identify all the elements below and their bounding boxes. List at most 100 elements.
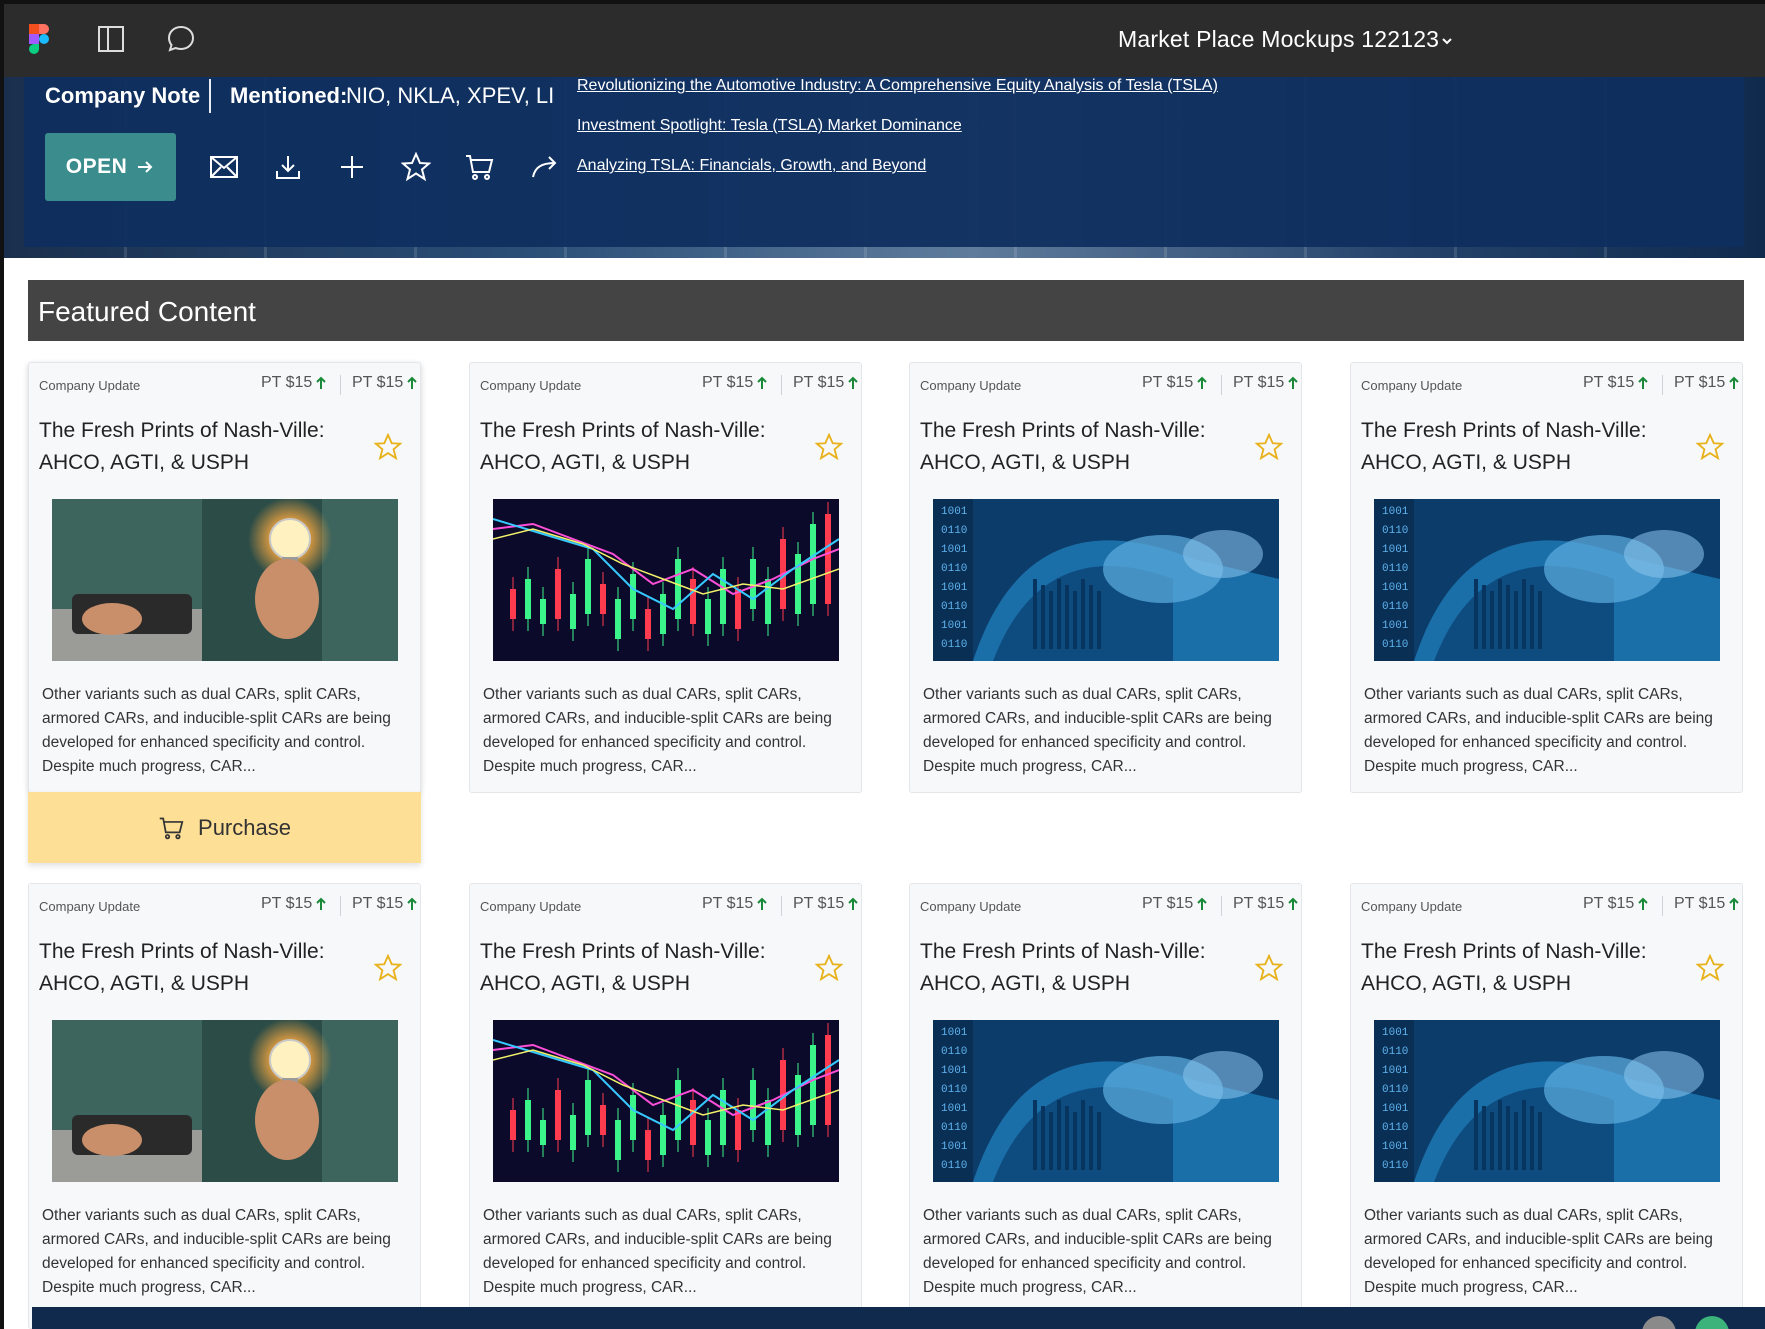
card-category-label: Company Update bbox=[920, 899, 1022, 914]
card-title[interactable]: The Fresh Prints of Nash-Ville: AHCO, AG… bbox=[920, 936, 1230, 1000]
figma-toolbar: Market Place Mockups 122123 bbox=[0, 0, 1765, 77]
purchase-button[interactable]: Purchase bbox=[28, 792, 421, 863]
card-category-label: Company Update bbox=[480, 378, 582, 393]
card-description: Other variants such as dual CARs, split … bbox=[923, 686, 1272, 775]
email-icon[interactable] bbox=[207, 150, 241, 184]
hero-panel: Company Note Mentioned: NIO, NKLA, XPEV,… bbox=[24, 77, 1744, 247]
price-target-badge: PT $15 bbox=[1142, 895, 1208, 913]
arrow-up-icon bbox=[848, 376, 859, 389]
comment-icon[interactable] bbox=[164, 22, 198, 56]
favorite-star-icon[interactable] bbox=[1254, 953, 1284, 982]
content-card[interactable]: Company Update PT $15 PT $15 The Fresh Prin… bbox=[469, 362, 862, 793]
svg-text:0110: 0110 bbox=[1382, 601, 1408, 613]
favorite-star-icon[interactable] bbox=[373, 953, 403, 982]
svg-text:1001: 1001 bbox=[1382, 1027, 1409, 1039]
card-thumbnail-image[interactable]: 1001 0110 1001 0110 1001 0110 1001 0110 bbox=[1374, 499, 1720, 661]
hero-divider bbox=[209, 79, 211, 113]
price-target-divider bbox=[781, 375, 782, 395]
content-card[interactable]: Company Update PT $15 PT $15 The Fresh Prin… bbox=[469, 883, 862, 1329]
card-thumbnail-image[interactable]: 1001 0110 1001 0110 1001 0110 1001 0110 bbox=[933, 499, 1279, 661]
favorite-star-icon[interactable] bbox=[373, 432, 403, 461]
avatar[interactable] bbox=[1642, 1316, 1676, 1329]
file-title[interactable]: Market Place Mockups 122123 bbox=[1118, 26, 1439, 53]
svg-text:0110: 0110 bbox=[941, 639, 967, 651]
favorite-star-icon[interactable] bbox=[814, 432, 844, 461]
card-title[interactable]: The Fresh Prints of Nash-Ville: AHCO, AG… bbox=[480, 415, 790, 479]
svg-text:0110: 0110 bbox=[1382, 1084, 1408, 1096]
add-icon[interactable] bbox=[335, 150, 369, 184]
avatar[interactable] bbox=[1695, 1316, 1729, 1329]
card-title[interactable]: The Fresh Prints of Nash-Ville: AHCO, AG… bbox=[480, 936, 790, 1000]
price-target-text: PT $15 bbox=[261, 895, 313, 912]
svg-text:0110: 0110 bbox=[941, 563, 967, 575]
favorite-star-icon[interactable] bbox=[1254, 432, 1284, 461]
figma-logo-icon[interactable] bbox=[22, 22, 56, 56]
arrow-right-icon bbox=[138, 161, 153, 173]
cart-icon[interactable] bbox=[462, 150, 496, 184]
price-target-text: PT $15 bbox=[702, 895, 754, 912]
price-target-badge: PT $15 bbox=[1583, 374, 1649, 392]
price-target-text: PT $15 bbox=[1583, 374, 1635, 391]
price-target-text: PT $15 bbox=[1142, 374, 1194, 391]
card-category-label: Company Update bbox=[1361, 378, 1463, 393]
mentioned-label: Mentioned: bbox=[230, 83, 348, 108]
card-thumbnail-image[interactable]: 1001 0110 1001 0110 1001 0110 1001 0110 bbox=[933, 1020, 1279, 1182]
price-target-badge: PT $15 bbox=[261, 895, 327, 913]
card-title[interactable]: The Fresh Prints of Nash-Ville: AHCO, AG… bbox=[39, 936, 349, 1000]
star-icon[interactable] bbox=[399, 150, 433, 184]
svg-text:1001: 1001 bbox=[1382, 544, 1409, 556]
arrow-up-icon bbox=[1288, 376, 1299, 389]
card-thumbnail-image[interactable] bbox=[52, 499, 398, 661]
price-target-text: PT $15 bbox=[1142, 895, 1194, 912]
price-target-text: PT $15 bbox=[1233, 895, 1285, 912]
price-target-badge: PT $15 bbox=[261, 374, 327, 392]
price-target-text: PT $15 bbox=[1233, 374, 1285, 391]
svg-text:0110: 0110 bbox=[1382, 1122, 1408, 1134]
content-card[interactable]: Company Update PT $15 PT $15 The Fresh Prin… bbox=[1350, 362, 1743, 793]
card-thumbnail-image[interactable] bbox=[493, 499, 839, 661]
chevron-down-icon[interactable] bbox=[1436, 30, 1458, 52]
price-target-text: PT $15 bbox=[1583, 895, 1635, 912]
card-thumbnail-image[interactable] bbox=[52, 1020, 398, 1182]
price-target-divider bbox=[1221, 896, 1222, 916]
arrow-up-icon bbox=[407, 376, 418, 389]
price-target-badge: PT $15 bbox=[793, 895, 859, 913]
content-card[interactable]: Company Update PT $15 PT $15 The Fresh Prin… bbox=[28, 362, 421, 793]
card-title[interactable]: The Fresh Prints of Nash-Ville: AHCO, AG… bbox=[1361, 415, 1671, 479]
card-title[interactable]: The Fresh Prints of Nash-Ville: AHCO, AG… bbox=[1361, 936, 1671, 1000]
svg-text:1001: 1001 bbox=[941, 506, 968, 518]
related-link-2[interactable]: Investment Spotlight: Tesla (TSLA) Marke… bbox=[577, 117, 962, 135]
content-card[interactable]: Company Update PT $15 PT $15 The Fresh Prin… bbox=[909, 883, 1302, 1329]
card-title[interactable]: The Fresh Prints of Nash-Ville: AHCO, AG… bbox=[39, 415, 349, 479]
arrow-up-icon bbox=[1197, 376, 1208, 389]
arrow-up-icon bbox=[1729, 897, 1740, 910]
price-target-text: PT $15 bbox=[261, 374, 313, 391]
price-target-divider bbox=[1662, 896, 1663, 916]
svg-text:1001: 1001 bbox=[941, 1103, 968, 1115]
card-thumbnail-image[interactable]: 1001 0110 1001 0110 1001 0110 1001 0110 bbox=[1374, 1020, 1720, 1182]
content-card[interactable]: Company Update PT $15 PT $15 The Fresh Prin… bbox=[1350, 883, 1743, 1329]
svg-text:1001: 1001 bbox=[1382, 1141, 1409, 1153]
svg-text:1001: 1001 bbox=[941, 1027, 968, 1039]
favorite-star-icon[interactable] bbox=[1695, 432, 1725, 461]
content-card[interactable]: Company Update PT $15 PT $15 The Fresh Prin… bbox=[909, 362, 1302, 793]
content-card[interactable]: Company Update PT $15 PT $15 The Fresh Prin… bbox=[28, 883, 421, 1329]
share-icon[interactable] bbox=[528, 150, 562, 184]
price-target-divider bbox=[1662, 375, 1663, 395]
price-target-badge: PT $15 bbox=[1233, 374, 1299, 392]
favorite-star-icon[interactable] bbox=[814, 953, 844, 982]
price-target-badge: PT $15 bbox=[352, 895, 418, 913]
download-icon[interactable] bbox=[271, 150, 305, 184]
svg-text:1001: 1001 bbox=[1382, 620, 1409, 632]
sidebar-toggle-icon[interactable] bbox=[94, 22, 128, 56]
open-button[interactable]: OPEN bbox=[45, 133, 176, 201]
favorite-star-icon[interactable] bbox=[1695, 953, 1725, 982]
card-description: Other variants such as dual CARs, split … bbox=[1364, 686, 1713, 775]
price-target-badge: PT $15 bbox=[1674, 374, 1740, 392]
related-link-3[interactable]: Analyzing TSLA: Financials, Growth, and … bbox=[577, 157, 926, 175]
card-thumbnail-image[interactable] bbox=[493, 1020, 839, 1182]
price-target-text: PT $15 bbox=[793, 374, 845, 391]
arrow-up-icon bbox=[1638, 376, 1649, 389]
card-title[interactable]: The Fresh Prints of Nash-Ville: AHCO, AG… bbox=[920, 415, 1230, 479]
related-link-1[interactable]: Revolutionizing the Automotive Industry:… bbox=[577, 77, 1218, 95]
